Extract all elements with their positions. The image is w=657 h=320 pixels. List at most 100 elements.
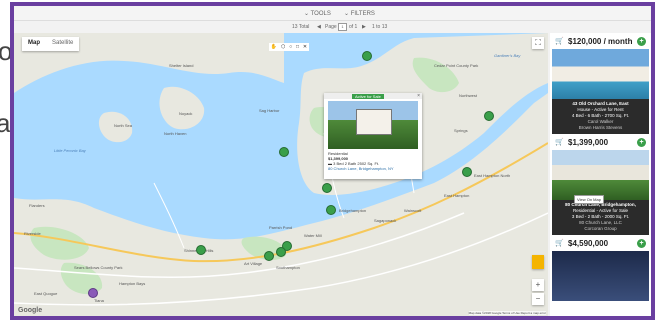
listing-marker[interactable]: [362, 51, 372, 61]
square-icon[interactable]: □: [296, 44, 299, 50]
map-label: East Quogue: [34, 291, 58, 296]
map-label: East Hampton: [444, 193, 470, 198]
listing-popup[interactable]: Active for Sale × Residential $1,399,000…: [324, 93, 422, 179]
map-label: Parrish Pond: [269, 225, 293, 230]
listing-photo[interactable]: [328, 101, 418, 149]
popup-header: Active for Sale ×: [324, 93, 422, 99]
pagination-bar: 13 Total ◀ Page 1 of 1 ▶ 1 to 13: [14, 21, 554, 33]
chevron-down-icon: ⌄: [304, 11, 311, 17]
pegman-icon[interactable]: [532, 255, 544, 269]
card-price-bar: 🛒 $4,590,000 +: [552, 237, 649, 251]
map-label: East Hampton North: [474, 173, 511, 178]
listing-marker[interactable]: [326, 205, 336, 215]
close-icon[interactable]: ×: [417, 93, 420, 99]
listing-marker-selected[interactable]: [88, 288, 98, 298]
filters-label: FILTERS: [350, 11, 375, 17]
card-info: 80 Church Lane, Bridgehampton, Residenti…: [552, 200, 649, 235]
map-label: Sears Bellows County Park: [74, 265, 123, 270]
map-label: Tiana: [94, 298, 104, 303]
map-label: Riverside: [24, 231, 41, 236]
left-edge-text-2: a: [0, 108, 11, 138]
map-label: Northwest: [459, 93, 478, 98]
listing-marker[interactable]: [276, 247, 286, 257]
map-label: North Sea: [114, 123, 133, 128]
results-total: 13 Total: [292, 24, 310, 30]
map-label: Wainscott: [404, 208, 422, 213]
cart-icon[interactable]: 🛒: [555, 138, 564, 146]
card-price: $1,399,000: [568, 138, 609, 147]
hand-icon[interactable]: ✋: [271, 44, 277, 50]
browser-frame: ⌄ TOOLS ⌄ FILTERS 13 Total ◀ Page 1 of 1…: [10, 2, 655, 320]
map-label: Little Peconic Bay: [54, 148, 86, 153]
view-on-map-tooltip: View On Map: [574, 195, 604, 204]
card-price: $4,590,000: [568, 239, 609, 248]
map-label: Sag Harbor: [259, 108, 280, 113]
card-photo[interactable]: View On Map: [552, 150, 649, 204]
tools-label: TOOLS: [310, 11, 331, 17]
card-photo[interactable]: [552, 251, 649, 301]
map-draw-tools: ✋ ⬡ ○ □ ✕: [269, 43, 309, 51]
map-label: North Haven: [164, 131, 187, 136]
map-label: Art Village: [244, 261, 263, 266]
fullscreen-button[interactable]: ⛶: [532, 37, 544, 49]
page-input[interactable]: 1: [338, 23, 347, 31]
map-view[interactable]: Map Satellite ⛶ ✋ ⬡ ○ □ ✕ Little Peconic…: [14, 33, 548, 316]
map-label: Flanders: [29, 203, 45, 208]
card-price-bar: 🛒 $1,399,000 +: [552, 136, 649, 150]
clear-icon[interactable]: ✕: [303, 44, 307, 50]
plus-icon[interactable]: +: [637, 138, 646, 147]
status-badge: Active for Sale: [352, 94, 384, 99]
map-label: Sagaponack: [374, 218, 397, 223]
card-info: 43 Old Orchard Lane, East House - Active…: [552, 99, 649, 134]
page-number-box: 1: [338, 23, 347, 31]
map-label: Southampton: [276, 265, 300, 270]
listing-card[interactable]: 🛒 $120,000 / month + 43 Old Orchard Lane…: [552, 35, 649, 134]
next-page-button[interactable]: ▶: [362, 24, 366, 30]
listing-marker[interactable]: [484, 111, 494, 121]
page-label: Page: [325, 24, 337, 30]
map-label: Springs: [454, 128, 468, 133]
cart-icon[interactable]: 🛒: [555, 239, 564, 247]
house-illustration: [356, 109, 392, 135]
map-label: Shelter Island: [169, 63, 194, 68]
listings-sidebar: 🛒 $120,000 / month + 43 Old Orchard Lane…: [550, 33, 651, 316]
card-price-bar: 🛒 $120,000 / month +: [552, 35, 649, 49]
map-type-switcher: Map Satellite: [22, 37, 80, 51]
results-range: 1 to 13: [372, 24, 388, 30]
map-label: Noyack: [179, 111, 193, 116]
listing-marker[interactable]: [196, 245, 206, 255]
map-label: Water Mill: [304, 233, 322, 238]
listing-marker[interactable]: [279, 147, 289, 157]
plus-icon[interactable]: +: [637, 239, 646, 248]
map-type-map[interactable]: Map: [22, 37, 46, 51]
listing-card[interactable]: 🛒 $1,399,000 + View On Map 80 Church Lan…: [552, 136, 649, 235]
popup-address[interactable]: 80 Church Lane, Bridgehampton, NY: [324, 166, 422, 171]
zoom-out-button[interactable]: −: [532, 293, 544, 305]
map-label: Gardiner's Bay: [494, 53, 521, 58]
plus-icon[interactable]: +: [637, 37, 646, 46]
map-label: Bridgehampton: [339, 208, 367, 213]
top-toolbar: ⌄ TOOLS ⌄ FILTERS: [14, 6, 651, 21]
listing-marker[interactable]: [322, 183, 332, 193]
listing-marker[interactable]: [264, 251, 274, 261]
app-window: ⌄ TOOLS ⌄ FILTERS 13 Total ◀ Page 1 of 1…: [14, 6, 651, 316]
card-office: Brown Harris Stevens: [578, 125, 623, 130]
chevron-down-icon: ⌄: [344, 11, 351, 17]
card-photo[interactable]: [552, 49, 649, 99]
polygon-icon[interactable]: ⬡: [281, 44, 285, 50]
tools-toggle[interactable]: ⌄ TOOLS: [304, 10, 331, 17]
map-label: Hampton Bays: [119, 281, 146, 286]
page-of: of 1: [349, 24, 358, 30]
prev-page-button[interactable]: ◀: [317, 24, 321, 30]
google-logo: Google: [18, 307, 43, 314]
listing-marker[interactable]: [462, 167, 472, 177]
map-attribution: Map data ©2018 Google Terms of Use Repor…: [468, 311, 546, 315]
filters-toggle[interactable]: ⌄ FILTERS: [344, 10, 375, 17]
card-price: $120,000 / month: [568, 37, 633, 46]
zoom-in-button[interactable]: +: [532, 279, 544, 291]
map-type-satellite[interactable]: Satellite: [46, 37, 79, 51]
map-label: Cedar Point County Park: [434, 63, 479, 68]
listing-card[interactable]: 🛒 $4,590,000 +: [552, 237, 649, 301]
cart-icon[interactable]: 🛒: [555, 37, 564, 45]
circle-icon[interactable]: ○: [289, 44, 292, 50]
